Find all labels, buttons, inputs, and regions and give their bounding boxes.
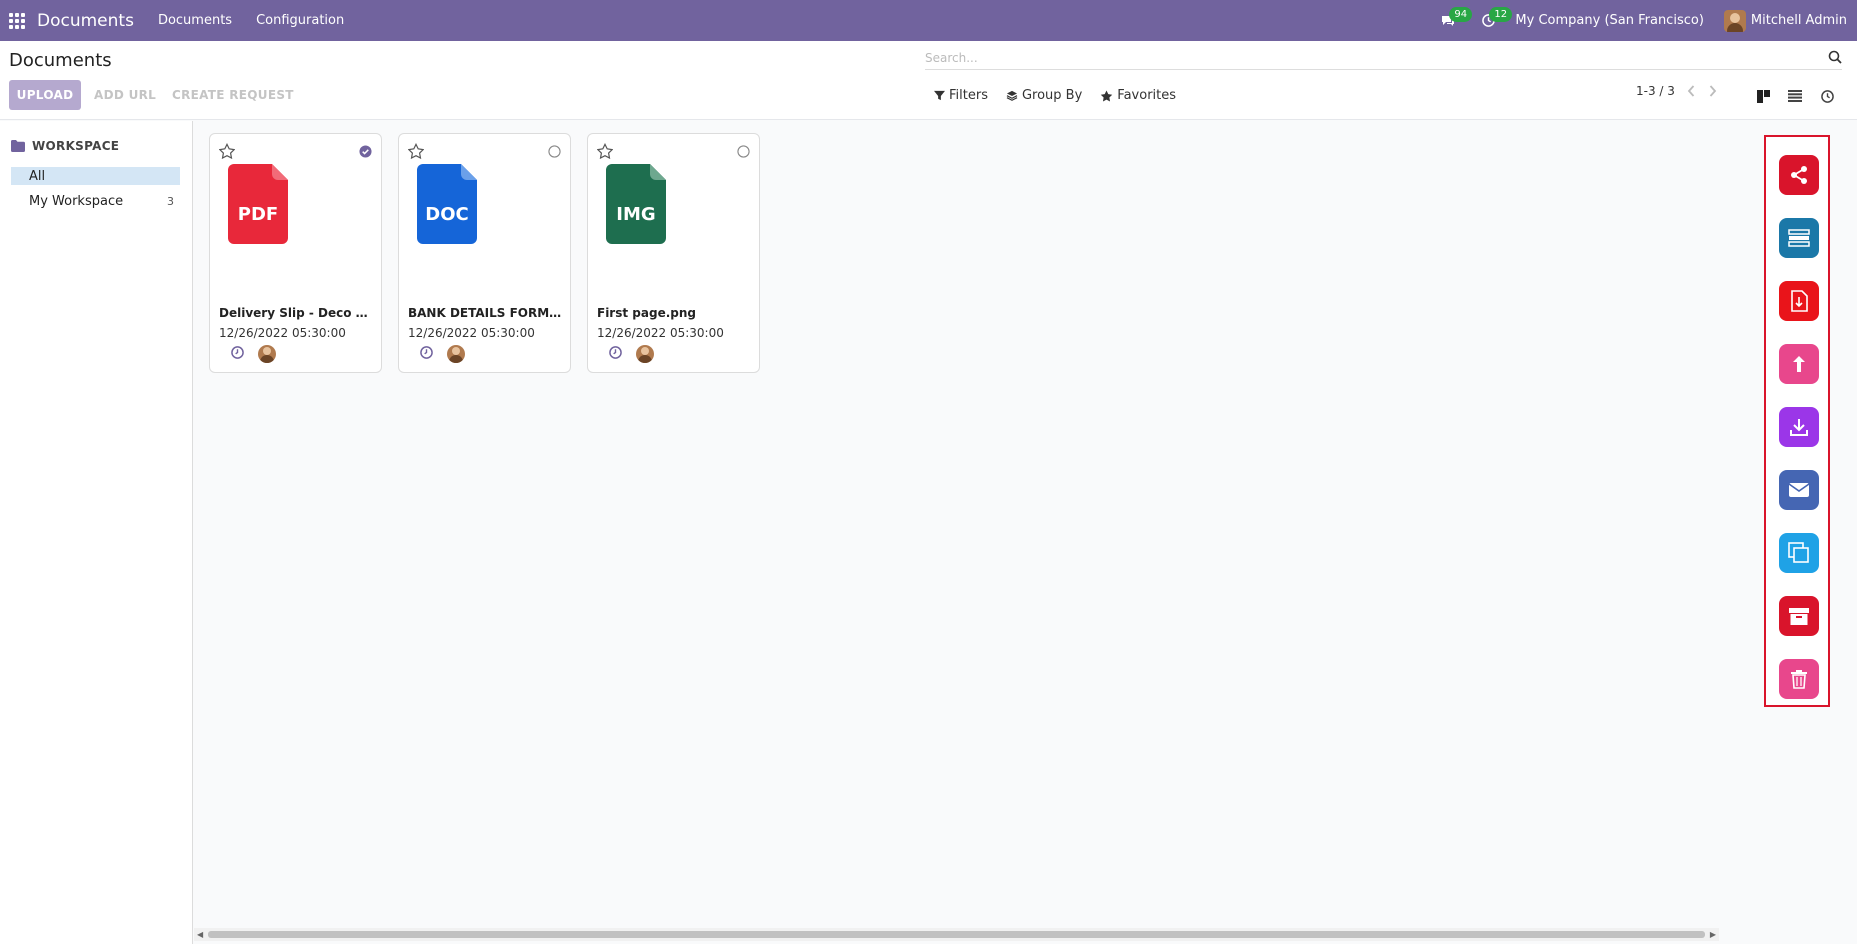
sidebar-item-my-workspace[interactable]: My Workspace 3 (11, 192, 180, 210)
envelope-icon (1788, 483, 1810, 497)
app-brand[interactable]: Documents (37, 11, 134, 31)
control-panel: Documents UPLOAD ADD URL CREATE REQUEST … (0, 41, 1857, 120)
document-name: Delivery Slip - Deco Ad... (219, 306, 374, 320)
scrollbar-thumb[interactable] (208, 931, 1705, 938)
upload-arrow-icon (1793, 356, 1805, 372)
share-icon (1791, 166, 1807, 184)
user-menu[interactable]: Mitchell Admin (1723, 9, 1847, 32)
document-card[interactable]: DOC BANK DETAILS FORMA... 12/26/2022 05:… (398, 133, 571, 373)
archive-icon (1789, 608, 1809, 625)
activities-badge: 12 (1489, 7, 1513, 22)
scroll-right-icon[interactable]: ▶ (1710, 930, 1716, 939)
document-card[interactable]: IMG First page.png 12/26/2022 05:30:00 (587, 133, 760, 373)
user-name: Mitchell Admin (1750, 13, 1847, 28)
server-icon (1788, 229, 1810, 247)
page-title: Documents (9, 50, 112, 71)
sidebar-item-all[interactable]: All (11, 167, 180, 185)
kanban-view-button[interactable] (1747, 84, 1779, 108)
messages-badge: 94 (1449, 7, 1473, 22)
create-request-button[interactable]: CREATE REQUEST (172, 80, 294, 110)
add-url-button[interactable]: ADD URL (94, 80, 156, 110)
list-icon (1788, 90, 1802, 102)
menu-documents[interactable]: Documents (158, 13, 232, 28)
horizontal-scrollbar[interactable]: ◀ ▶ (194, 928, 1719, 941)
workspace-count: 3 (167, 194, 174, 208)
scroll-left-icon[interactable]: ◀ (197, 930, 203, 939)
top-navbar: Documents Documents Configuration 94 12 … (0, 0, 1857, 41)
document-date: 12/26/2022 05:30:00 (408, 326, 535, 340)
search-options: Filters Group By Favorites (934, 88, 1194, 103)
workspace-sidebar: WORKSPACE All My Workspace 3 (0, 121, 193, 944)
document-name: BANK DETAILS FORMA... (408, 306, 563, 320)
delete-button[interactable] (1779, 659, 1819, 699)
messages-button[interactable]: 94 (1435, 0, 1473, 41)
activity-clock-icon[interactable] (609, 346, 622, 359)
pager: 1-3 / 3 (1636, 84, 1723, 98)
pager-value[interactable]: 1-3 / 3 (1636, 84, 1675, 98)
search-icon[interactable] (1828, 50, 1842, 64)
filter-icon (934, 90, 945, 101)
star-filled-icon (1101, 90, 1113, 101)
kanban-icon (1756, 89, 1770, 103)
document-actions-panel (1764, 135, 1830, 707)
unchecked-circle-icon[interactable] (548, 145, 561, 158)
apps-menu-icon[interactable] (0, 0, 34, 41)
file-extension-label: DOC (425, 204, 469, 225)
activity-view-button[interactable] (1811, 84, 1843, 108)
star-outline-icon[interactable] (219, 143, 235, 159)
search-input[interactable] (925, 50, 1815, 65)
menu-configuration[interactable]: Configuration (256, 13, 344, 28)
pager-previous-icon[interactable] (1681, 85, 1701, 97)
document-date: 12/26/2022 05:30:00 (597, 326, 724, 340)
checked-circle-icon[interactable] (359, 145, 372, 158)
pdf-split-icon (1791, 290, 1808, 312)
owner-avatar[interactable] (636, 345, 654, 363)
layers-icon (1006, 90, 1018, 101)
trash-icon (1791, 670, 1807, 689)
favorites-button[interactable]: Favorites (1100, 88, 1176, 103)
star-outline-icon[interactable] (408, 143, 424, 159)
pager-next-icon[interactable] (1703, 85, 1723, 97)
email-button[interactable] (1779, 470, 1819, 510)
download-button[interactable] (1779, 407, 1819, 447)
download-icon (1790, 419, 1808, 436)
activity-clock-icon[interactable] (231, 346, 244, 359)
move-button[interactable] (1779, 344, 1819, 384)
document-card[interactable]: PDF Delivery Slip - Deco Ad... 12/26/202… (209, 133, 382, 373)
activity-clock-icon[interactable] (420, 346, 433, 359)
search-bar (925, 46, 1842, 70)
activities-button[interactable]: 12 (1475, 0, 1513, 41)
share-button[interactable] (1779, 155, 1819, 195)
duplicate-button[interactable] (1779, 533, 1819, 573)
split-pdf-button[interactable] (1779, 281, 1819, 321)
owner-avatar[interactable] (258, 345, 276, 363)
server-button[interactable] (1779, 218, 1819, 258)
view-switcher (1747, 84, 1843, 108)
archive-button[interactable] (1779, 596, 1819, 636)
star-outline-icon[interactable] (597, 143, 613, 159)
upload-button[interactable]: UPLOAD (9, 80, 81, 110)
file-extension-label: IMG (616, 204, 656, 225)
owner-avatar[interactable] (447, 345, 465, 363)
workspace-header: WORKSPACE (11, 139, 119, 153)
unchecked-circle-icon[interactable] (737, 145, 750, 158)
document-name: First page.png (597, 306, 696, 320)
copy-icon (1788, 542, 1809, 563)
clock-icon (1820, 89, 1834, 103)
user-avatar (1723, 9, 1746, 32)
filters-button[interactable]: Filters (934, 88, 988, 103)
file-extension-label: PDF (237, 204, 279, 225)
company-switcher[interactable]: My Company (San Francisco) (1515, 13, 1703, 28)
folder-icon (11, 140, 25, 152)
document-date: 12/26/2022 05:30:00 (219, 326, 346, 340)
list-view-button[interactable] (1779, 84, 1811, 108)
group-by-button[interactable]: Group By (1006, 88, 1082, 103)
